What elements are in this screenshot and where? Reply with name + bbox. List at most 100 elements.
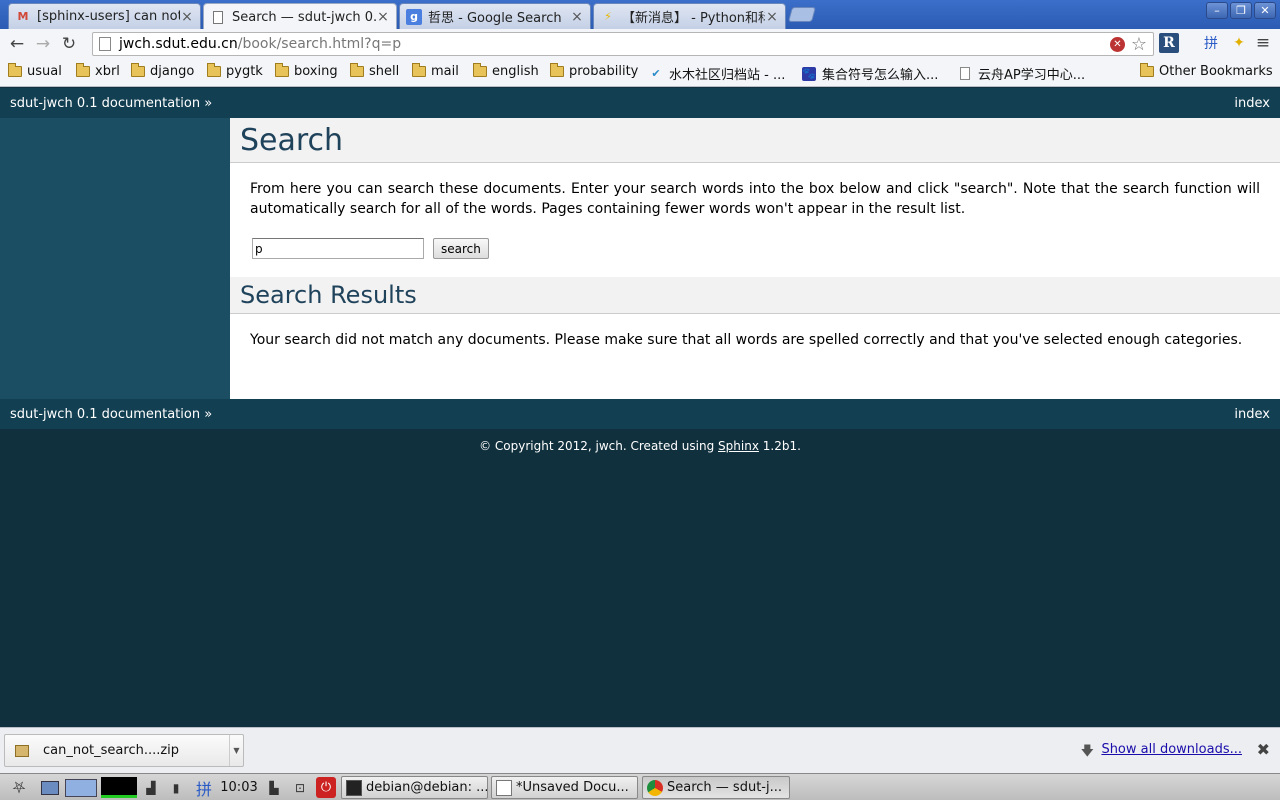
bookmark-label: 水木社区归档站 - ... [669, 68, 786, 83]
blocked-icon[interactable]: ✕ [1110, 37, 1125, 52]
new-tab-button[interactable] [787, 7, 817, 22]
tab-google-search[interactable]: g 哲思 - Google Search × [399, 3, 591, 29]
results-message: Your search did not match any documents.… [250, 332, 1243, 348]
taskbar-window-chrome[interactable]: Search — sdut-j... [642, 776, 790, 799]
taskbar: ⛧ ▟ ▮ 拼 10:03 ▙ ⊡ ⏻ debian@debian: ... *… [0, 773, 1280, 800]
bookmark-folder-pygtk[interactable]: pygtk [207, 63, 263, 79]
forward-button[interactable]: → [30, 31, 56, 57]
show-all-downloads-link[interactable]: Show all downloads... [1101, 742, 1242, 757]
network-signal-icon[interactable]: ▟ [142, 777, 160, 798]
documentation-link[interactable]: sdut-jwch 0.1 documentation » [10, 96, 212, 111]
gmail-icon: M [17, 10, 29, 23]
bookmark-label: mail [431, 64, 459, 79]
taskbar-window-label: Search — sdut-j... [667, 780, 782, 795]
folder-icon [131, 63, 145, 77]
page-title: Search [230, 118, 1280, 163]
bookmark-folder-xbrl[interactable]: xbrl [76, 63, 120, 79]
terminal-launcher-icon[interactable]: ▙ [264, 777, 284, 798]
tab-sphinx-users[interactable]: M [sphinx-users] can not search anything… [8, 3, 201, 29]
bookmark-label: 集合符号怎么输入... [822, 68, 939, 83]
bird-icon: ✔ [651, 67, 661, 80]
bookmark-label: Other Bookmarks [1159, 64, 1273, 79]
folder-icon [473, 63, 487, 77]
taskbar-window-text-editor[interactable]: *Unsaved Docu... [491, 776, 638, 799]
documentation-link[interactable]: sdut-jwch 0.1 documentation » [10, 407, 212, 422]
bookmark-folder-usual[interactable]: usual [8, 63, 62, 79]
baidu-paw-icon: 🐾 [802, 66, 816, 81]
web-page: sdut-jwch 0.1 documentation » index Sear… [0, 88, 1280, 726]
taskbar-window-terminal[interactable]: debian@debian: ... [341, 776, 488, 799]
input-method-icon[interactable]: 拼 [194, 777, 214, 799]
page-icon [210, 9, 226, 25]
back-button[interactable]: ← [4, 31, 30, 57]
bookmark-folder-probability[interactable]: probability [550, 63, 639, 79]
menu-icon[interactable]: ≡ [1253, 33, 1273, 53]
results-heading: Search Results [230, 277, 1280, 314]
address-path: /book/search.html?q=p [237, 36, 402, 52]
bookmark-label: probability [569, 64, 639, 79]
show-desktop-icon[interactable] [38, 777, 62, 798]
reload-button[interactable]: ↻ [56, 31, 82, 57]
search-button[interactable]: search [433, 238, 489, 259]
bookmark-other[interactable]: Other Bookmarks [1140, 63, 1273, 79]
tab-python-news[interactable]: ⚡ 【新消息】 - Python和科学计算 × [593, 3, 786, 29]
pinyin-extension-icon[interactable]: 拼 [1201, 33, 1221, 53]
zip-file-icon [15, 744, 29, 757]
folder-icon [76, 63, 90, 77]
close-window-button[interactable]: ✕ [1254, 2, 1276, 19]
bookmark-label: 云舟AP学习中心... [978, 68, 1086, 83]
bookmark-folder-django[interactable]: django [131, 63, 195, 79]
bookmark-baidu[interactable]: 🐾 集合符号怎么输入... [802, 64, 938, 83]
chrome-icon [647, 779, 663, 796]
readability-extension-icon[interactable]: R [1159, 33, 1179, 53]
google-icon: g [406, 8, 422, 25]
close-icon[interactable]: ✖ [1257, 740, 1270, 759]
close-icon[interactable]: × [765, 9, 779, 25]
clock[interactable]: 10:03 [218, 777, 260, 798]
index-link[interactable]: index [1234, 96, 1270, 111]
document-wrapper: Search From here you can search these do… [0, 118, 1280, 399]
close-icon[interactable]: × [570, 9, 584, 25]
tab-search-sdut-jwch[interactable]: Search — sdut-jwch 0.1 documentation × [203, 3, 397, 30]
bookmark-label: shell [369, 64, 400, 79]
maximize-button[interactable]: ❐ [1230, 2, 1252, 19]
download-menu-icon[interactable]: ▼ [229, 735, 243, 766]
download-arrow-icon: 🡇 [1080, 744, 1094, 759]
close-icon[interactable]: × [376, 9, 390, 25]
download-shelf: can_not_search....zip ▼ 🡇 Show all downl… [0, 727, 1280, 773]
copyright-text: © Copyright 2012, jwch. Created using [479, 439, 719, 453]
bookmark-newsmth[interactable]: ✔ 水木社区归档站 - ... [649, 64, 785, 83]
search-input[interactable] [252, 238, 424, 259]
bookmark-folder-mail[interactable]: mail [412, 63, 459, 79]
bookmark-folder-english[interactable]: english [473, 63, 539, 79]
tab-title: Search — sdut-jwch 0.1 documentation [232, 9, 376, 25]
minimize-button[interactable]: – [1206, 2, 1228, 19]
sparkle-extension-icon[interactable]: ✦ [1229, 33, 1249, 53]
folder-icon [1140, 63, 1154, 77]
folder-icon [350, 63, 364, 77]
battery-icon[interactable]: ▮ [166, 777, 186, 798]
bookmark-folder-boxing[interactable]: boxing [275, 63, 338, 79]
terminal-icon [346, 779, 362, 796]
bookmark-folder-shell[interactable]: shell [350, 63, 400, 79]
bookmark-yunzhou[interactable]: 云舟AP学习中心... [958, 64, 1085, 83]
taskbar-window-label: *Unsaved Docu... [516, 780, 629, 795]
index-link[interactable]: index [1234, 407, 1270, 422]
bookmark-label: django [150, 64, 195, 79]
bookmarks-bar: usual xbrl django pygtk boxing shell mai… [0, 59, 1280, 87]
download-filename: can_not_search....zip [43, 743, 180, 758]
download-item[interactable]: can_not_search....zip ▼ [4, 734, 244, 767]
close-icon[interactable]: × [180, 9, 194, 25]
bookmark-label: usual [27, 64, 62, 79]
sphinx-link[interactable]: Sphinx [718, 439, 759, 453]
address-host: jwch.sdut.edu.cn [119, 36, 238, 52]
address-bar[interactable]: jwch.sdut.edu.cn/book/search.html?q=p ✕ … [92, 32, 1154, 56]
cpu-monitor-icon [101, 777, 137, 798]
window-controls: – ❐ ✕ [1206, 2, 1276, 19]
start-menu-icon[interactable]: ⛧ [4, 777, 34, 798]
workspace-switcher[interactable] [64, 777, 98, 798]
shutdown-icon[interactable]: ⏻ [316, 777, 336, 798]
star-icon[interactable]: ☆ [1131, 34, 1147, 55]
file-manager-icon[interactable]: ⊡ [289, 777, 311, 798]
related-bar-bottom: sdut-jwch 0.1 documentation » index [0, 399, 1280, 429]
